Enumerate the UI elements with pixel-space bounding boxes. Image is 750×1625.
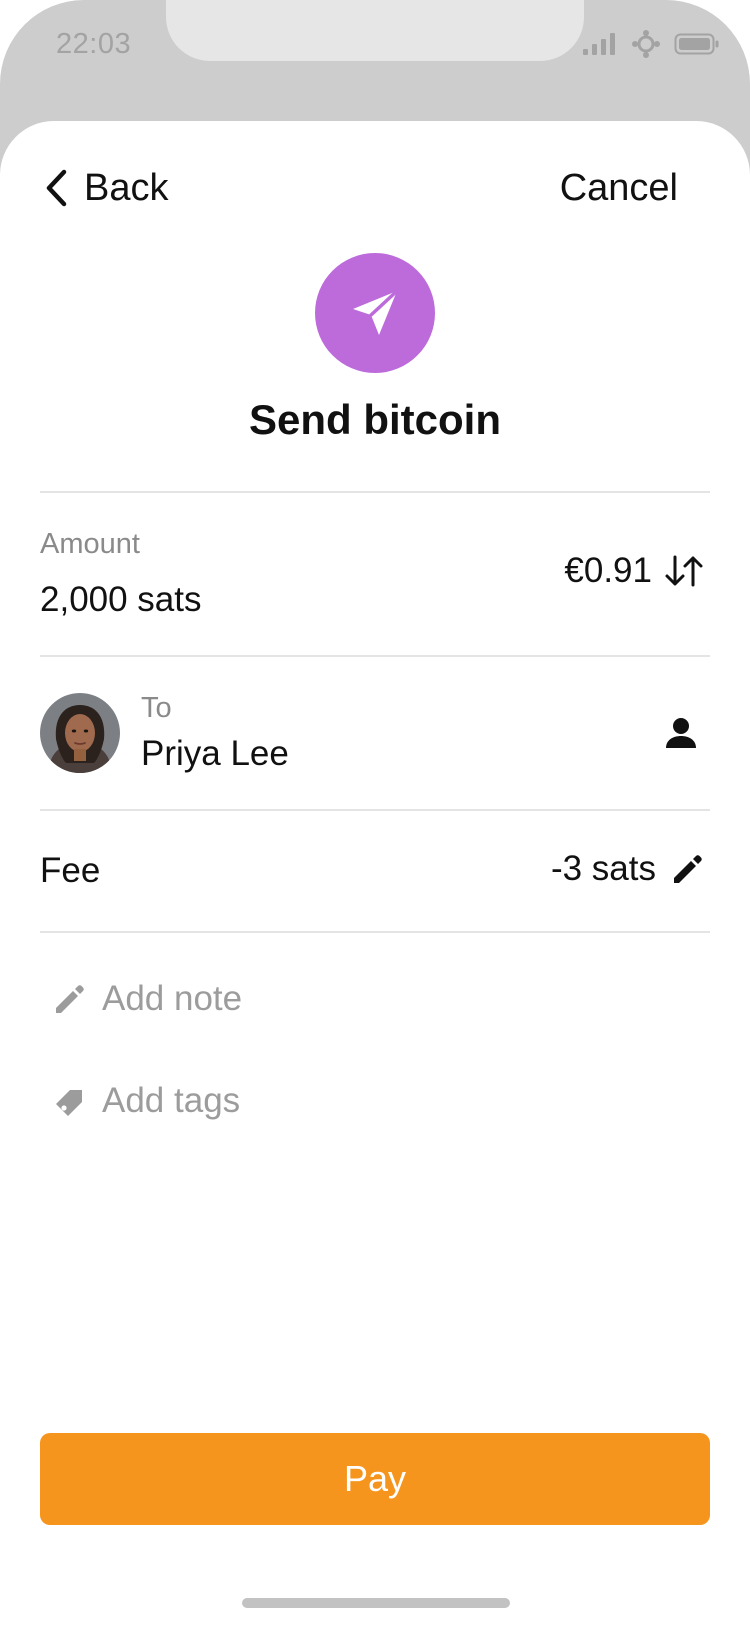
chevron-left-icon: [46, 169, 67, 207]
send-hero-icon: [315, 253, 435, 373]
cancel-button[interactable]: Cancel: [560, 166, 678, 210]
amount-label: Amount: [40, 528, 140, 560]
back-button[interactable]: Back: [44, 166, 168, 210]
divider-amount: [40, 655, 710, 657]
currency-toggle[interactable]: €0.91: [564, 551, 704, 591]
network-icon: [632, 30, 660, 58]
fee-label: Fee: [40, 851, 101, 890]
fee-amount: -3 sats: [550, 849, 656, 888]
pencil-icon: [674, 855, 702, 883]
pay-button[interactable]: Pay: [40, 1433, 710, 1525]
add-note-button[interactable]: Add note: [52, 979, 242, 1019]
signal-icon: [583, 33, 615, 55]
divider-top: [40, 491, 710, 493]
status-icons: [582, 30, 720, 58]
person-icon: [666, 718, 696, 748]
back-label: Back: [84, 166, 169, 209]
phone-frame: 22:03: [0, 0, 750, 1625]
add-tags-button[interactable]: Add tags: [52, 1081, 240, 1121]
fiat-amount: €0.91: [564, 551, 652, 590]
divider-fee: [40, 931, 710, 933]
avatar: [40, 693, 120, 773]
recipient-name: Priya Lee: [141, 734, 289, 773]
page-title: Send bitcoin: [249, 396, 501, 443]
recipient-label: To: [141, 692, 172, 724]
fee-edit-button[interactable]: -3 sats: [551, 849, 704, 889]
battery-icon: [674, 33, 719, 55]
notch: [166, 0, 584, 61]
amount-value[interactable]: 2,000 sats: [40, 580, 202, 620]
add-note-label: Add note: [102, 979, 243, 1018]
tag-icon: [56, 1090, 82, 1116]
swap-arrows-icon: [665, 555, 703, 587]
add-tags-label: Add tags: [102, 1081, 241, 1120]
divider-recipient: [40, 809, 710, 811]
home-indicator: [242, 1598, 510, 1608]
status-time: 22:03: [56, 28, 132, 60]
paper-plane-icon: [353, 289, 399, 335]
pencil-icon: [56, 985, 84, 1013]
contact-picker-button[interactable]: [664, 716, 698, 750]
